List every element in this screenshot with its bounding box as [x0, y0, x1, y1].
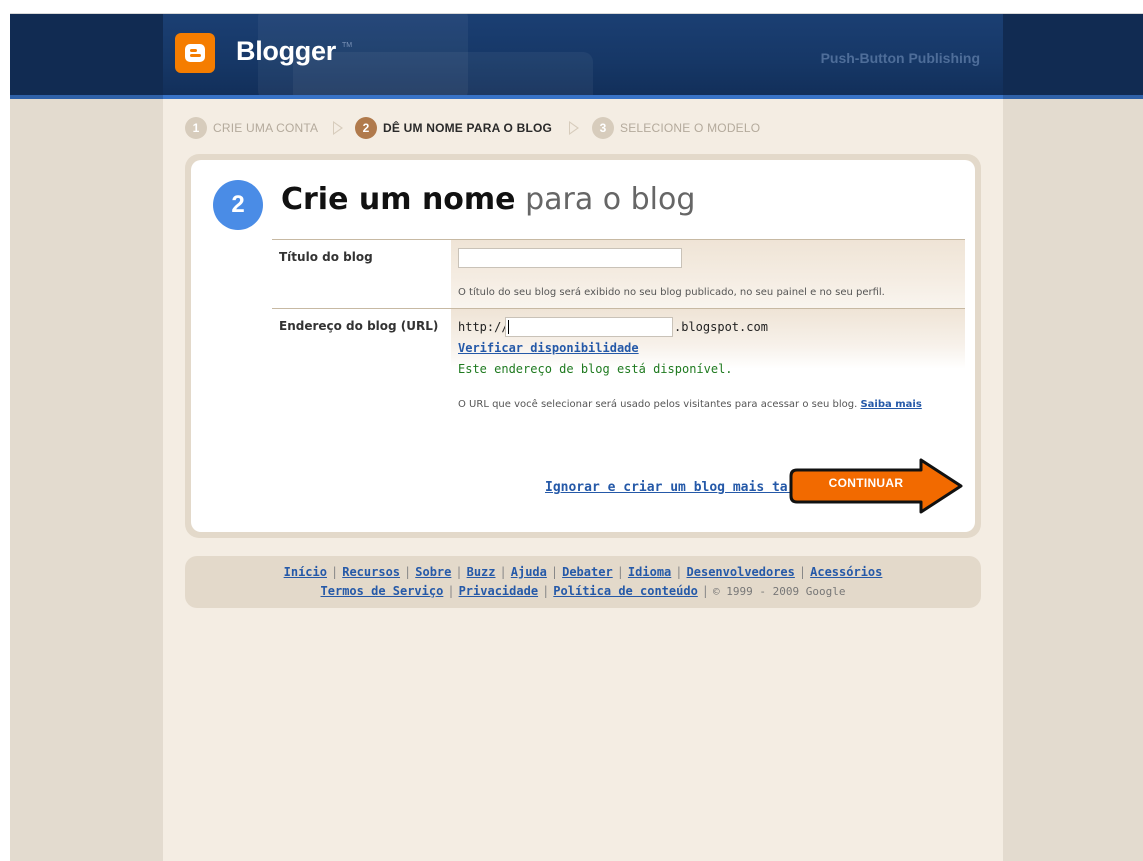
footer-link-debater[interactable]: Debater [562, 565, 613, 579]
step-label: SELECIONE O MODELO [620, 121, 761, 135]
card-title-bold: Crie um nome [281, 182, 516, 217]
page-side-left [10, 99, 163, 861]
step-label: CRIE UMA CONTA [213, 121, 319, 135]
logo-text[interactable]: Blogger [236, 36, 336, 67]
page-side-right [1003, 99, 1143, 861]
blog-url-input[interactable] [505, 317, 673, 337]
continue-button-label: CONTINUAR [828, 476, 904, 490]
browser-top-edge [0, 0, 1143, 14]
step-number: 2 [355, 117, 377, 139]
header-tagline: Push-Button Publishing [820, 50, 980, 66]
footer-link-ajuda[interactable]: Ajuda [511, 565, 547, 579]
footer-link-termos[interactable]: Termos de Serviço [321, 584, 444, 598]
footer-link-desenvolvedores[interactable]: Desenvolvedores [687, 565, 795, 579]
step-badge: 2 [213, 180, 263, 230]
footer-link-idioma[interactable]: Idioma [628, 565, 671, 579]
copyright-text: © 1999 - 2009 Google [713, 585, 846, 598]
footer-link-recursos[interactable]: Recursos [342, 565, 400, 579]
footer: Início | Recursos | Sobre | Buzz | Ajuda | Debater… [185, 556, 981, 608]
step-label: DÊ UM NOME PARA O BLOG [383, 121, 553, 135]
step-arrow-icon [333, 121, 343, 135]
card-title: Crie um nome para o blog [281, 182, 695, 217]
check-availability-link[interactable]: Verificar disponibilidade [458, 341, 639, 355]
footer-link-sobre[interactable]: Sobre [415, 565, 451, 579]
step-number: 1 [185, 117, 207, 139]
blog-title-row: Título do blog O título do seu blog será… [272, 239, 965, 308]
url-hint-text: O URL que você selecionar será usado pel… [458, 399, 858, 410]
step-number: 3 [592, 117, 614, 139]
url-prefix: http:// [458, 320, 509, 334]
footer-link-privacidade[interactable]: Privacidade [459, 584, 538, 598]
blog-title-input[interactable] [458, 248, 682, 268]
text-caret [508, 320, 509, 334]
name-blog-card: 2 Crie um nome para o blog Título do blo… [185, 154, 981, 538]
page-left-gutter [0, 0, 10, 861]
logo-trademark: TM [342, 42, 353, 49]
footer-link-acessorios[interactable]: Acessórios [810, 565, 882, 579]
blogger-logo-icon[interactable] [175, 33, 215, 73]
step-arrow-icon [569, 121, 579, 135]
availability-status: Este endereço de blog está disponível. [458, 362, 733, 376]
continue-button[interactable]: CONTINUAR [789, 456, 969, 516]
learn-more-link[interactable]: Saiba mais [860, 399, 921, 410]
card-title-rest: para o blog [515, 182, 696, 217]
blog-url-hint: O URL que você selecionar será usado pel… [458, 395, 948, 415]
footer-link-inicio[interactable]: Início [284, 565, 327, 579]
url-suffix: .blogspot.com [674, 320, 768, 334]
footer-links-primary: Início | Recursos | Sobre | Buzz | Ajuda | Debater… [283, 565, 883, 579]
blog-title-label: Título do blog [279, 250, 373, 264]
blog-url-label: Endereço do blog (URL) [279, 319, 439, 333]
footer-link-politica[interactable]: Política de conteúdo [553, 584, 698, 598]
skip-create-later-link[interactable]: Ignorar e criar um blog mais tarde [545, 480, 811, 495]
footer-link-buzz[interactable]: Buzz [467, 565, 496, 579]
footer-links-secondary: Termos de Serviço | Privacidade | Política d… [320, 584, 846, 598]
blog-url-row: Endereço do blog (URL) http:// .blogspot… [272, 308, 965, 449]
blog-title-hint: O título do seu blog será exibido no seu… [458, 287, 885, 298]
